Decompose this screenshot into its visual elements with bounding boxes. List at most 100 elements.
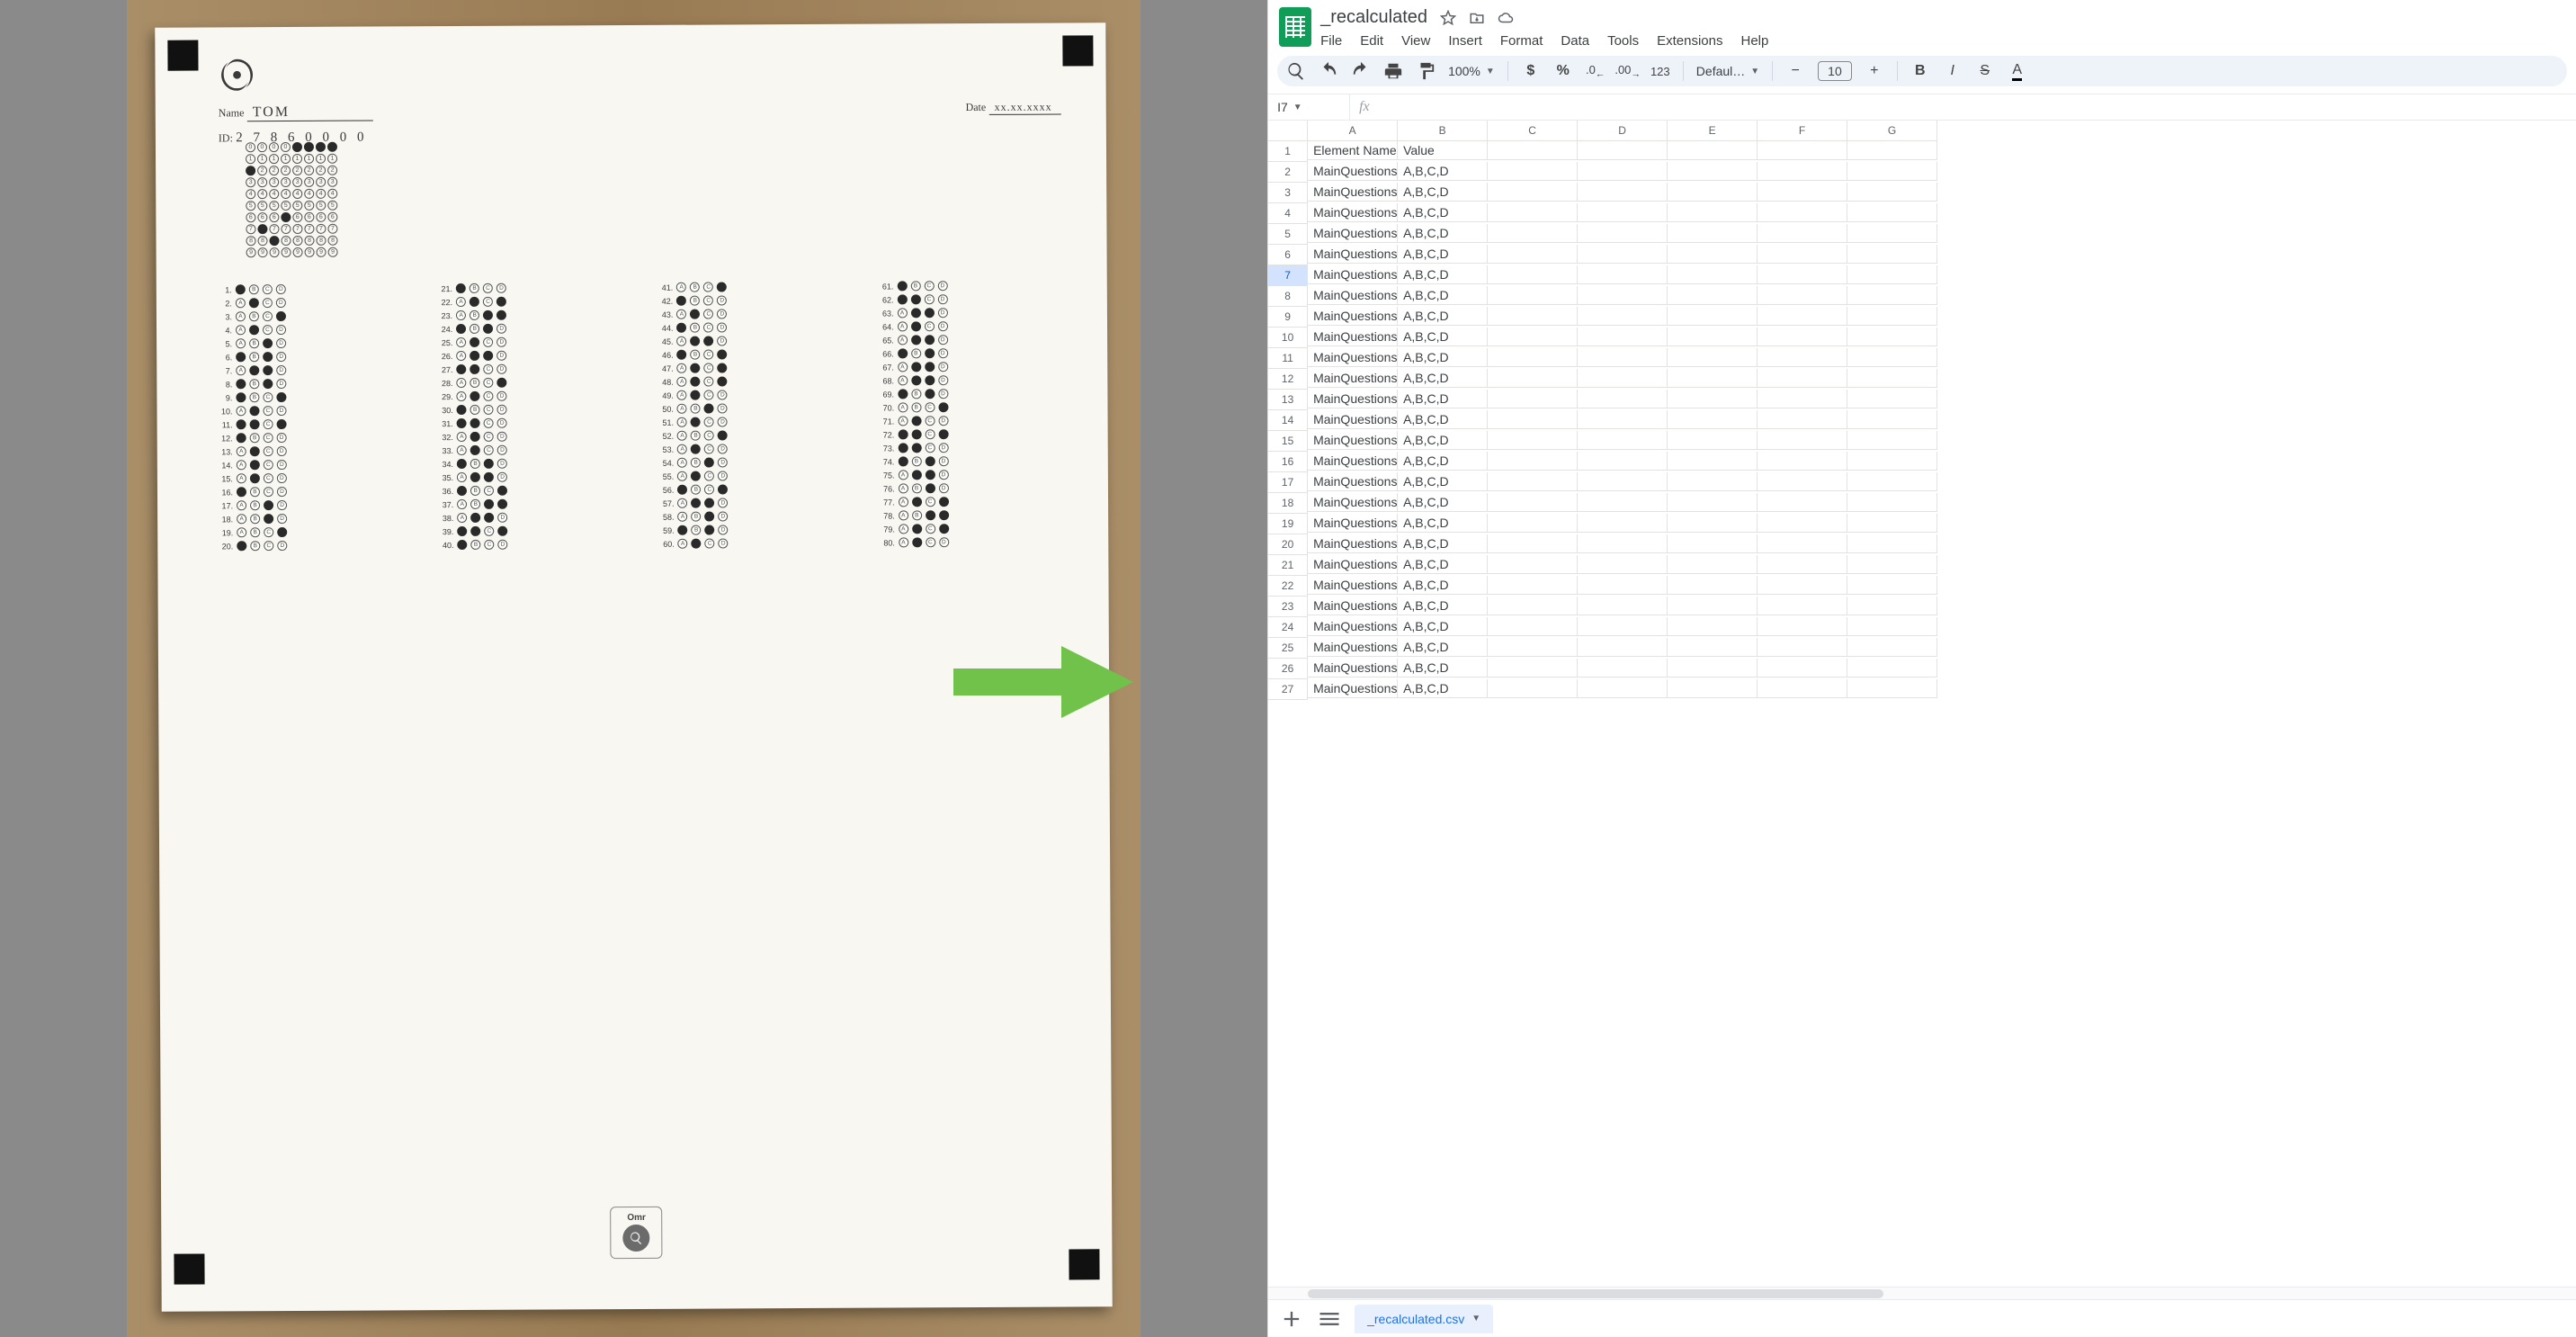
cell[interactable]: A,B,C,D — [1398, 597, 1488, 615]
cell[interactable] — [1668, 597, 1758, 615]
row-header[interactable]: 16 — [1268, 452, 1308, 472]
cell[interactable] — [1847, 265, 1937, 284]
cell[interactable] — [1758, 265, 1847, 284]
cell[interactable] — [1847, 390, 1937, 408]
paint-format-icon[interactable] — [1416, 61, 1436, 81]
cell[interactable] — [1847, 369, 1937, 388]
cell[interactable] — [1578, 597, 1668, 615]
cell[interactable]: MainQuestions1 — [1308, 431, 1398, 450]
cell[interactable] — [1758, 576, 1847, 595]
cell[interactable] — [1758, 472, 1847, 491]
cell[interactable] — [1668, 307, 1758, 326]
cell[interactable]: A,B,C,D — [1398, 286, 1488, 305]
cell[interactable] — [1488, 452, 1578, 471]
row-header[interactable]: 8 — [1268, 286, 1308, 307]
cell[interactable]: A,B,C,D — [1398, 369, 1488, 388]
more-formats-icon[interactable]: 123 — [1650, 61, 1670, 81]
menu-tools[interactable]: Tools — [1607, 33, 1639, 49]
search-icon[interactable] — [1286, 61, 1306, 81]
cell[interactable]: MainQuestions2 — [1308, 638, 1398, 657]
add-sheet-icon[interactable] — [1279, 1306, 1304, 1332]
cell[interactable] — [1578, 286, 1668, 305]
cell[interactable] — [1488, 410, 1578, 429]
column-header[interactable]: G — [1847, 121, 1937, 141]
sheet-tab-active[interactable]: _recalculated.csv ▼ — [1355, 1305, 1493, 1333]
row-header[interactable]: 10 — [1268, 328, 1308, 348]
cell[interactable]: MainQuestions1 — [1308, 534, 1398, 553]
cell[interactable] — [1578, 369, 1668, 388]
cell[interactable]: A,B,C,D — [1398, 307, 1488, 326]
cell[interactable] — [1578, 245, 1668, 264]
cell[interactable]: A,B,C,D — [1398, 410, 1488, 429]
cell[interactable]: A,B,C,D — [1398, 162, 1488, 181]
row-header[interactable]: 19 — [1268, 514, 1308, 534]
cell[interactable] — [1847, 348, 1937, 367]
cell[interactable] — [1578, 555, 1668, 574]
cell[interactable] — [1668, 141, 1758, 160]
cell[interactable] — [1668, 369, 1758, 388]
cell[interactable] — [1578, 390, 1668, 408]
cell[interactable] — [1758, 348, 1847, 367]
cell[interactable]: A,B,C,D — [1398, 493, 1488, 512]
cell[interactable] — [1488, 638, 1578, 657]
cell[interactable] — [1758, 390, 1847, 408]
cell[interactable] — [1668, 183, 1758, 202]
cell[interactable] — [1758, 514, 1847, 533]
column-header[interactable]: B — [1398, 121, 1488, 141]
cell[interactable]: MainQuestions1 — [1308, 472, 1398, 491]
cell[interactable]: MainQuestions1 — [1308, 369, 1398, 388]
spreadsheet-grid[interactable]: ABCDEFG1Element NameValue2MainQuestions1… — [1268, 121, 2576, 700]
cell[interactable]: A,B,C,D — [1398, 245, 1488, 264]
cell[interactable] — [1758, 286, 1847, 305]
zoom-dropdown[interactable]: 100%▼ — [1448, 64, 1495, 78]
cell[interactable] — [1578, 203, 1668, 222]
row-header[interactable]: 20 — [1268, 534, 1308, 555]
cell[interactable] — [1578, 534, 1668, 553]
cell[interactable] — [1578, 348, 1668, 367]
cell[interactable] — [1488, 307, 1578, 326]
cell[interactable] — [1578, 162, 1668, 181]
row-header[interactable]: 25 — [1268, 638, 1308, 659]
font-dropdown[interactable]: Defaul…▼ — [1696, 64, 1759, 78]
row-header[interactable]: 18 — [1268, 493, 1308, 514]
cell[interactable] — [1488, 576, 1578, 595]
row-header[interactable]: 12 — [1268, 369, 1308, 390]
cell[interactable] — [1847, 141, 1937, 160]
cell[interactable] — [1488, 141, 1578, 160]
cell[interactable]: A,B,C,D — [1398, 679, 1488, 698]
name-box[interactable]: I7▼ — [1268, 94, 1349, 120]
row-header[interactable]: 2 — [1268, 162, 1308, 183]
cell[interactable] — [1488, 203, 1578, 222]
text-color-icon[interactable]: A — [2008, 61, 2027, 81]
font-size-increase[interactable]: + — [1865, 61, 1884, 81]
cell[interactable] — [1488, 597, 1578, 615]
cell[interactable] — [1758, 410, 1847, 429]
cell[interactable] — [1488, 514, 1578, 533]
cell[interactable] — [1578, 576, 1668, 595]
undo-icon[interactable] — [1319, 61, 1338, 81]
cell[interactable] — [1488, 369, 1578, 388]
cell[interactable]: MainQuestions7 — [1308, 286, 1398, 305]
cell[interactable] — [1578, 617, 1668, 636]
cell[interactable] — [1668, 203, 1758, 222]
cell[interactable]: MainQuestions2 — [1308, 617, 1398, 636]
sheet-tab-menu-icon[interactable]: ▼ — [1471, 1314, 1480, 1324]
cell[interactable] — [1847, 431, 1937, 450]
menu-view[interactable]: View — [1401, 33, 1430, 49]
currency-icon[interactable]: $ — [1521, 61, 1541, 81]
cell[interactable] — [1758, 638, 1847, 657]
menu-help[interactable]: Help — [1740, 33, 1768, 49]
cell[interactable]: A,B,C,D — [1398, 348, 1488, 367]
cell[interactable]: MainQuestions1 — [1308, 162, 1398, 181]
cell[interactable] — [1488, 245, 1578, 264]
cell[interactable] — [1758, 555, 1847, 574]
cell[interactable] — [1847, 472, 1937, 491]
cell[interactable]: Value — [1398, 141, 1488, 160]
cell[interactable] — [1488, 493, 1578, 512]
cell[interactable] — [1847, 617, 1937, 636]
font-size-input[interactable]: 10 — [1818, 61, 1852, 81]
cell[interactable] — [1578, 265, 1668, 284]
cell[interactable]: MainQuestions1 — [1308, 514, 1398, 533]
redo-icon[interactable] — [1351, 61, 1371, 81]
cell[interactable] — [1488, 286, 1578, 305]
